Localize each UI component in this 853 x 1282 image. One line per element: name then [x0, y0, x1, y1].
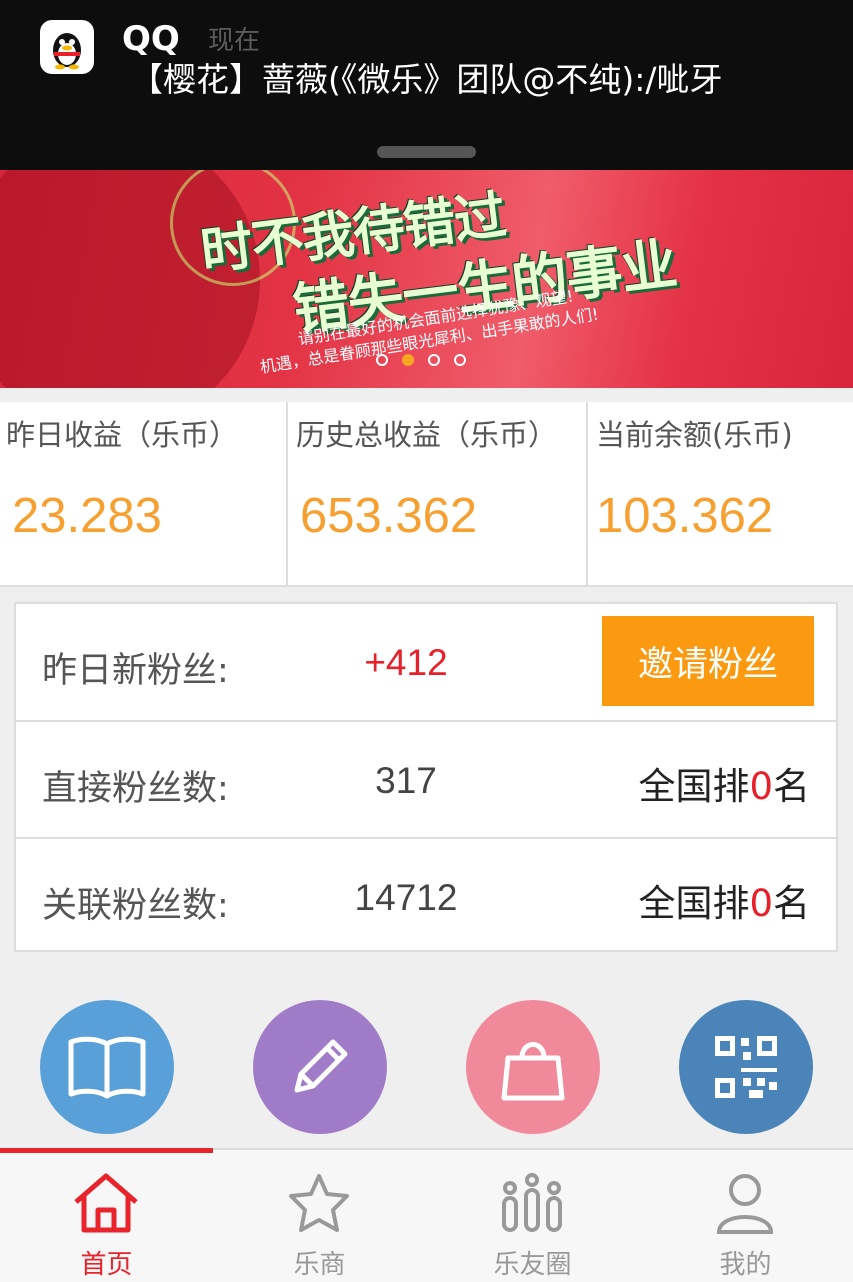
carousel-indicator — [376, 354, 466, 370]
notification-time: 现在 — [208, 26, 261, 56]
stat-label: 昨日收益（乐币） — [6, 418, 239, 452]
qq-penguin-icon — [40, 20, 94, 74]
tab-home[interactable]: 首页 — [0, 1150, 213, 1282]
direct-fans-value: 317 — [375, 760, 437, 801]
carousel-dot[interactable] — [376, 354, 388, 366]
tab-friends-circle[interactable]: 乐友圈 — [426, 1150, 639, 1282]
star-icon — [289, 1174, 349, 1232]
rank-suffix: 名 — [773, 882, 810, 925]
national-rank: 全国排0名 — [638, 756, 810, 810]
drag-handle[interactable] — [377, 146, 476, 158]
bottom-tab-bar: 首页 乐商 乐友圈 我的 — [0, 1148, 853, 1282]
notification-message: 【樱花】蔷薇(《微乐》团队@不纯):/呲牙 — [130, 60, 723, 99]
bag-icon[interactable] — [466, 1000, 600, 1134]
stat-label: 历史总收益（乐币） — [296, 418, 558, 452]
fans-card: 昨日新粉丝: +412 邀请粉丝 直接粉丝数: 317 全国排0名 关联粉丝数:… — [14, 602, 838, 952]
qr-code-icon[interactable] — [679, 1000, 813, 1134]
national-rank: 全国排0名 — [638, 873, 810, 927]
stat-value: 653.362 — [300, 489, 478, 543]
carousel-dot[interactable] — [428, 354, 440, 366]
notification-app-name: QQ — [122, 19, 180, 59]
stat-current-balance: 当前余额(乐币) 103.362 — [588, 402, 853, 585]
new-fans-label: 昨日新粉丝: — [42, 651, 229, 691]
earnings-summary: 昨日收益（乐币） 23.283 历史总收益（乐币） 653.362 当前余额(乐… — [0, 402, 853, 587]
rank-prefix: 全国排 — [638, 765, 750, 808]
stat-value: 103.362 — [596, 489, 774, 543]
stat-label: 当前余额(乐币) — [596, 418, 793, 452]
related-fans-label: 关联粉丝数: — [42, 886, 229, 926]
stat-yesterday-earnings: 昨日收益（乐币） 23.283 — [0, 402, 286, 585]
rank-number: 0 — [749, 765, 773, 808]
user-icon — [716, 1174, 774, 1234]
tab-label: 首页 — [80, 1250, 133, 1280]
carousel-dot[interactable] — [454, 354, 466, 366]
tab-label: 乐商 — [293, 1250, 346, 1280]
rank-number: 0 — [749, 882, 773, 925]
pencil-icon[interactable] — [253, 1000, 387, 1134]
carousel-dot-active[interactable] — [402, 354, 414, 366]
home-icon — [74, 1173, 138, 1233]
book-icon[interactable] — [40, 1000, 174, 1134]
direct-fans-label: 直接粉丝数: — [42, 769, 229, 809]
stat-value: 23.283 — [12, 489, 162, 543]
people-icon — [502, 1173, 562, 1232]
tab-label: 乐友圈 — [493, 1250, 572, 1280]
rank-suffix: 名 — [773, 765, 810, 808]
new-fans-value: +412 — [364, 642, 448, 683]
tab-label: 我的 — [719, 1250, 772, 1280]
invite-fans-button[interactable]: 邀请粉丝 — [602, 616, 814, 706]
promo-banner[interactable]: 时不我待错过 错失一生的事业 请别在最好的机会面前选择犹豫、观望! 机遇，总是眷… — [0, 170, 853, 388]
fans-row-new: 昨日新粉丝: +412 邀请粉丝 — [16, 604, 836, 720]
notification-banner[interactable]: QQ 现在 【樱花】蔷薇(《微乐》团队@不纯):/呲牙 — [0, 0, 853, 170]
fans-row-related: 关联粉丝数: 14712 全国排0名 — [16, 839, 836, 955]
fans-row-direct: 直接粉丝数: 317 全国排0名 — [16, 722, 836, 838]
stat-total-earnings: 历史总收益（乐币） 653.362 — [288, 402, 586, 585]
rank-prefix: 全国排 — [638, 882, 750, 925]
related-fans-value: 14712 — [354, 877, 458, 918]
tab-merchants[interactable]: 乐商 — [213, 1150, 426, 1282]
tab-profile[interactable]: 我的 — [639, 1150, 852, 1282]
